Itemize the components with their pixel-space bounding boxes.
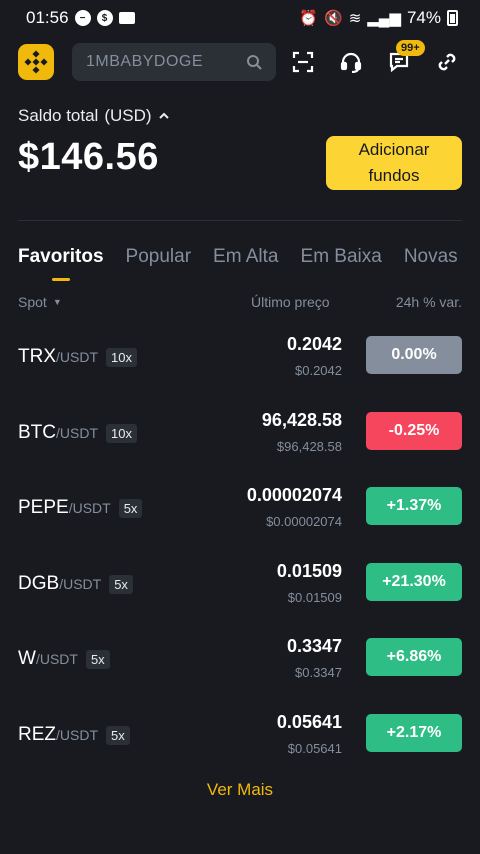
last-price: 96,428.58 $96,428.58 (262, 410, 342, 454)
pair: BTC /USDT 10x (18, 422, 137, 444)
base-asset: DGB (18, 572, 60, 594)
pair: DGB /USDT 5x (18, 573, 133, 595)
price-usd: $0.2042 (295, 363, 342, 378)
leverage-badge: 5x (85, 650, 110, 669)
scan-icon[interactable] (288, 47, 318, 77)
price-usd: $0.01509 (287, 589, 342, 605)
status-left: 01:56 − $ (26, 8, 135, 28)
pair: REZ /USDT 5x (18, 724, 130, 746)
price-value: 0.3347 (286, 636, 342, 656)
leverage-badge: 5x (109, 574, 133, 594)
change-badge[interactable]: -0.25% (366, 411, 462, 450)
binance-logo-icon[interactable] (18, 44, 54, 80)
price-value: 0.00002074 (246, 485, 342, 505)
video-icon (118, 12, 135, 24)
base-asset: TRX (18, 346, 56, 367)
spot-filter[interactable]: Spot ▼ (18, 294, 62, 310)
quote-asset: /USDT (56, 726, 98, 743)
spot-label: Spot (18, 294, 47, 310)
market-list: TRX /USDT 10x 0.2042 $0.2042 0.00% BTC /… (18, 330, 462, 783)
quote-asset: /USDT (56, 424, 98, 441)
leverage-badge: 10x (106, 348, 137, 367)
link-icon[interactable] (432, 47, 462, 77)
price-usd: $0.3347 (295, 665, 342, 680)
price-usd: $0.00002074 (266, 514, 342, 529)
divider (18, 220, 462, 221)
search-placeholder: 1MBABYDOGE (86, 53, 204, 70)
base-asset: BTC (18, 421, 56, 443)
minus-circle-icon: − (74, 10, 91, 26)
alarm-icon: ⏰ (299, 10, 318, 27)
top-bar: 1MBABYDOGE 99+ (18, 40, 462, 82)
signal-icon: ▂▄▆ (367, 10, 401, 27)
battery-icon (447, 10, 458, 26)
quote-asset: /USDT (56, 349, 98, 365)
price-value: 0.01509 (276, 560, 342, 581)
quote-asset: /USDT (59, 575, 102, 592)
leverage-badge: 10x (106, 423, 137, 443)
last-price: 0.2042 $0.2042 (287, 334, 342, 378)
base-asset: PEPE (18, 497, 69, 518)
base-asset: REZ (18, 723, 56, 745)
table-row[interactable]: DGB /USDT 5x 0.01509 $0.01509 +21.30% (18, 557, 462, 633)
price-value: 0.2042 (286, 334, 342, 354)
leverage-badge: 5x (118, 499, 143, 518)
change-badge[interactable]: +21.30% (366, 562, 462, 601)
balance-currency: (USD) (104, 106, 152, 125)
last-price: 0.00002074 $0.00002074 (247, 485, 342, 529)
balance-value: $146.56 (18, 136, 159, 178)
pair: PEPE /USDT 5x (18, 497, 143, 519)
change-header[interactable]: 24h % var. (396, 294, 462, 310)
status-right: ⏰ 🔇 ≋ ▂▄▆ 74% (299, 8, 458, 28)
price-value: 96,428.58 (261, 409, 342, 430)
price-usd: $96,428.58 (276, 438, 342, 454)
last-price: 0.3347 $0.3347 (287, 636, 342, 680)
see-more-link[interactable]: Ver Mais (0, 780, 480, 800)
price-usd: $0.05641 (287, 740, 342, 756)
quote-asset: /USDT (68, 500, 111, 516)
pair: TRX /USDT 10x (18, 346, 137, 368)
tab-favoritos[interactable]: Favoritos (18, 246, 104, 281)
market-tabs: Favoritos Popular Em Alta Em Baixa Novas (18, 246, 458, 281)
table-row[interactable]: W /USDT 5x 0.3347 $0.3347 +6.86% (18, 632, 462, 708)
last-price-header[interactable]: Último preço (251, 294, 330, 310)
caret-down-icon: ▼ (52, 297, 62, 307)
change-badge[interactable]: 0.00% (366, 336, 462, 374)
base-asset: W (18, 648, 36, 669)
wifi-icon: ≋ (348, 10, 362, 27)
tab-em-baixa[interactable]: Em Baixa (301, 246, 382, 268)
chevron-up-icon (158, 112, 169, 119)
last-price: 0.05641 $0.05641 (277, 712, 342, 756)
balance-label[interactable]: Saldo total (USD) (18, 106, 170, 126)
status-bar: 01:56 − $ ⏰ 🔇 ≋ ▂▄▆ 74% (0, 0, 480, 36)
battery-percent: 74% (406, 8, 441, 27)
change-badge[interactable]: +6.86% (366, 638, 462, 676)
table-row[interactable]: BTC /USDT 10x 96,428.58 $96,428.58 -0.25… (18, 406, 462, 482)
change-badge[interactable]: +2.17% (366, 713, 462, 752)
notification-badge: 99+ (396, 40, 425, 56)
headset-icon[interactable] (336, 47, 366, 77)
table-row[interactable]: TRX /USDT 10x 0.2042 $0.2042 0.00% (18, 330, 462, 406)
table-row[interactable]: REZ /USDT 5x 0.05641 $0.05641 +2.17% (18, 708, 462, 784)
dollar-circle-icon: $ (96, 10, 113, 26)
leverage-badge: 5x (106, 725, 130, 745)
status-time: 01:56 (26, 8, 69, 27)
last-price: 0.01509 $0.01509 (277, 561, 342, 605)
search-icon (247, 55, 262, 70)
top-icons: 99+ (270, 40, 462, 82)
column-headers: Spot ▼ Último preço 24h % var. (18, 294, 462, 312)
tab-popular[interactable]: Popular (126, 246, 192, 268)
message-icon[interactable]: 99+ (384, 40, 425, 77)
price-value: 0.05641 (276, 711, 342, 732)
add-funds-button[interactable]: Adicionar fundos (326, 136, 462, 190)
change-badge[interactable]: +1.37% (366, 487, 462, 525)
search-input[interactable]: 1MBABYDOGE (72, 43, 276, 81)
table-row[interactable]: PEPE /USDT 5x 0.00002074 $0.00002074 +1.… (18, 481, 462, 557)
balance-label-text: Saldo total (18, 106, 99, 125)
tab-em-alta[interactable]: Em Alta (213, 246, 278, 268)
quote-asset: /USDT (35, 651, 78, 667)
mute-icon: 🔇 (324, 10, 343, 27)
tab-novas[interactable]: Novas (404, 246, 458, 268)
pair: W /USDT 5x (18, 648, 110, 670)
